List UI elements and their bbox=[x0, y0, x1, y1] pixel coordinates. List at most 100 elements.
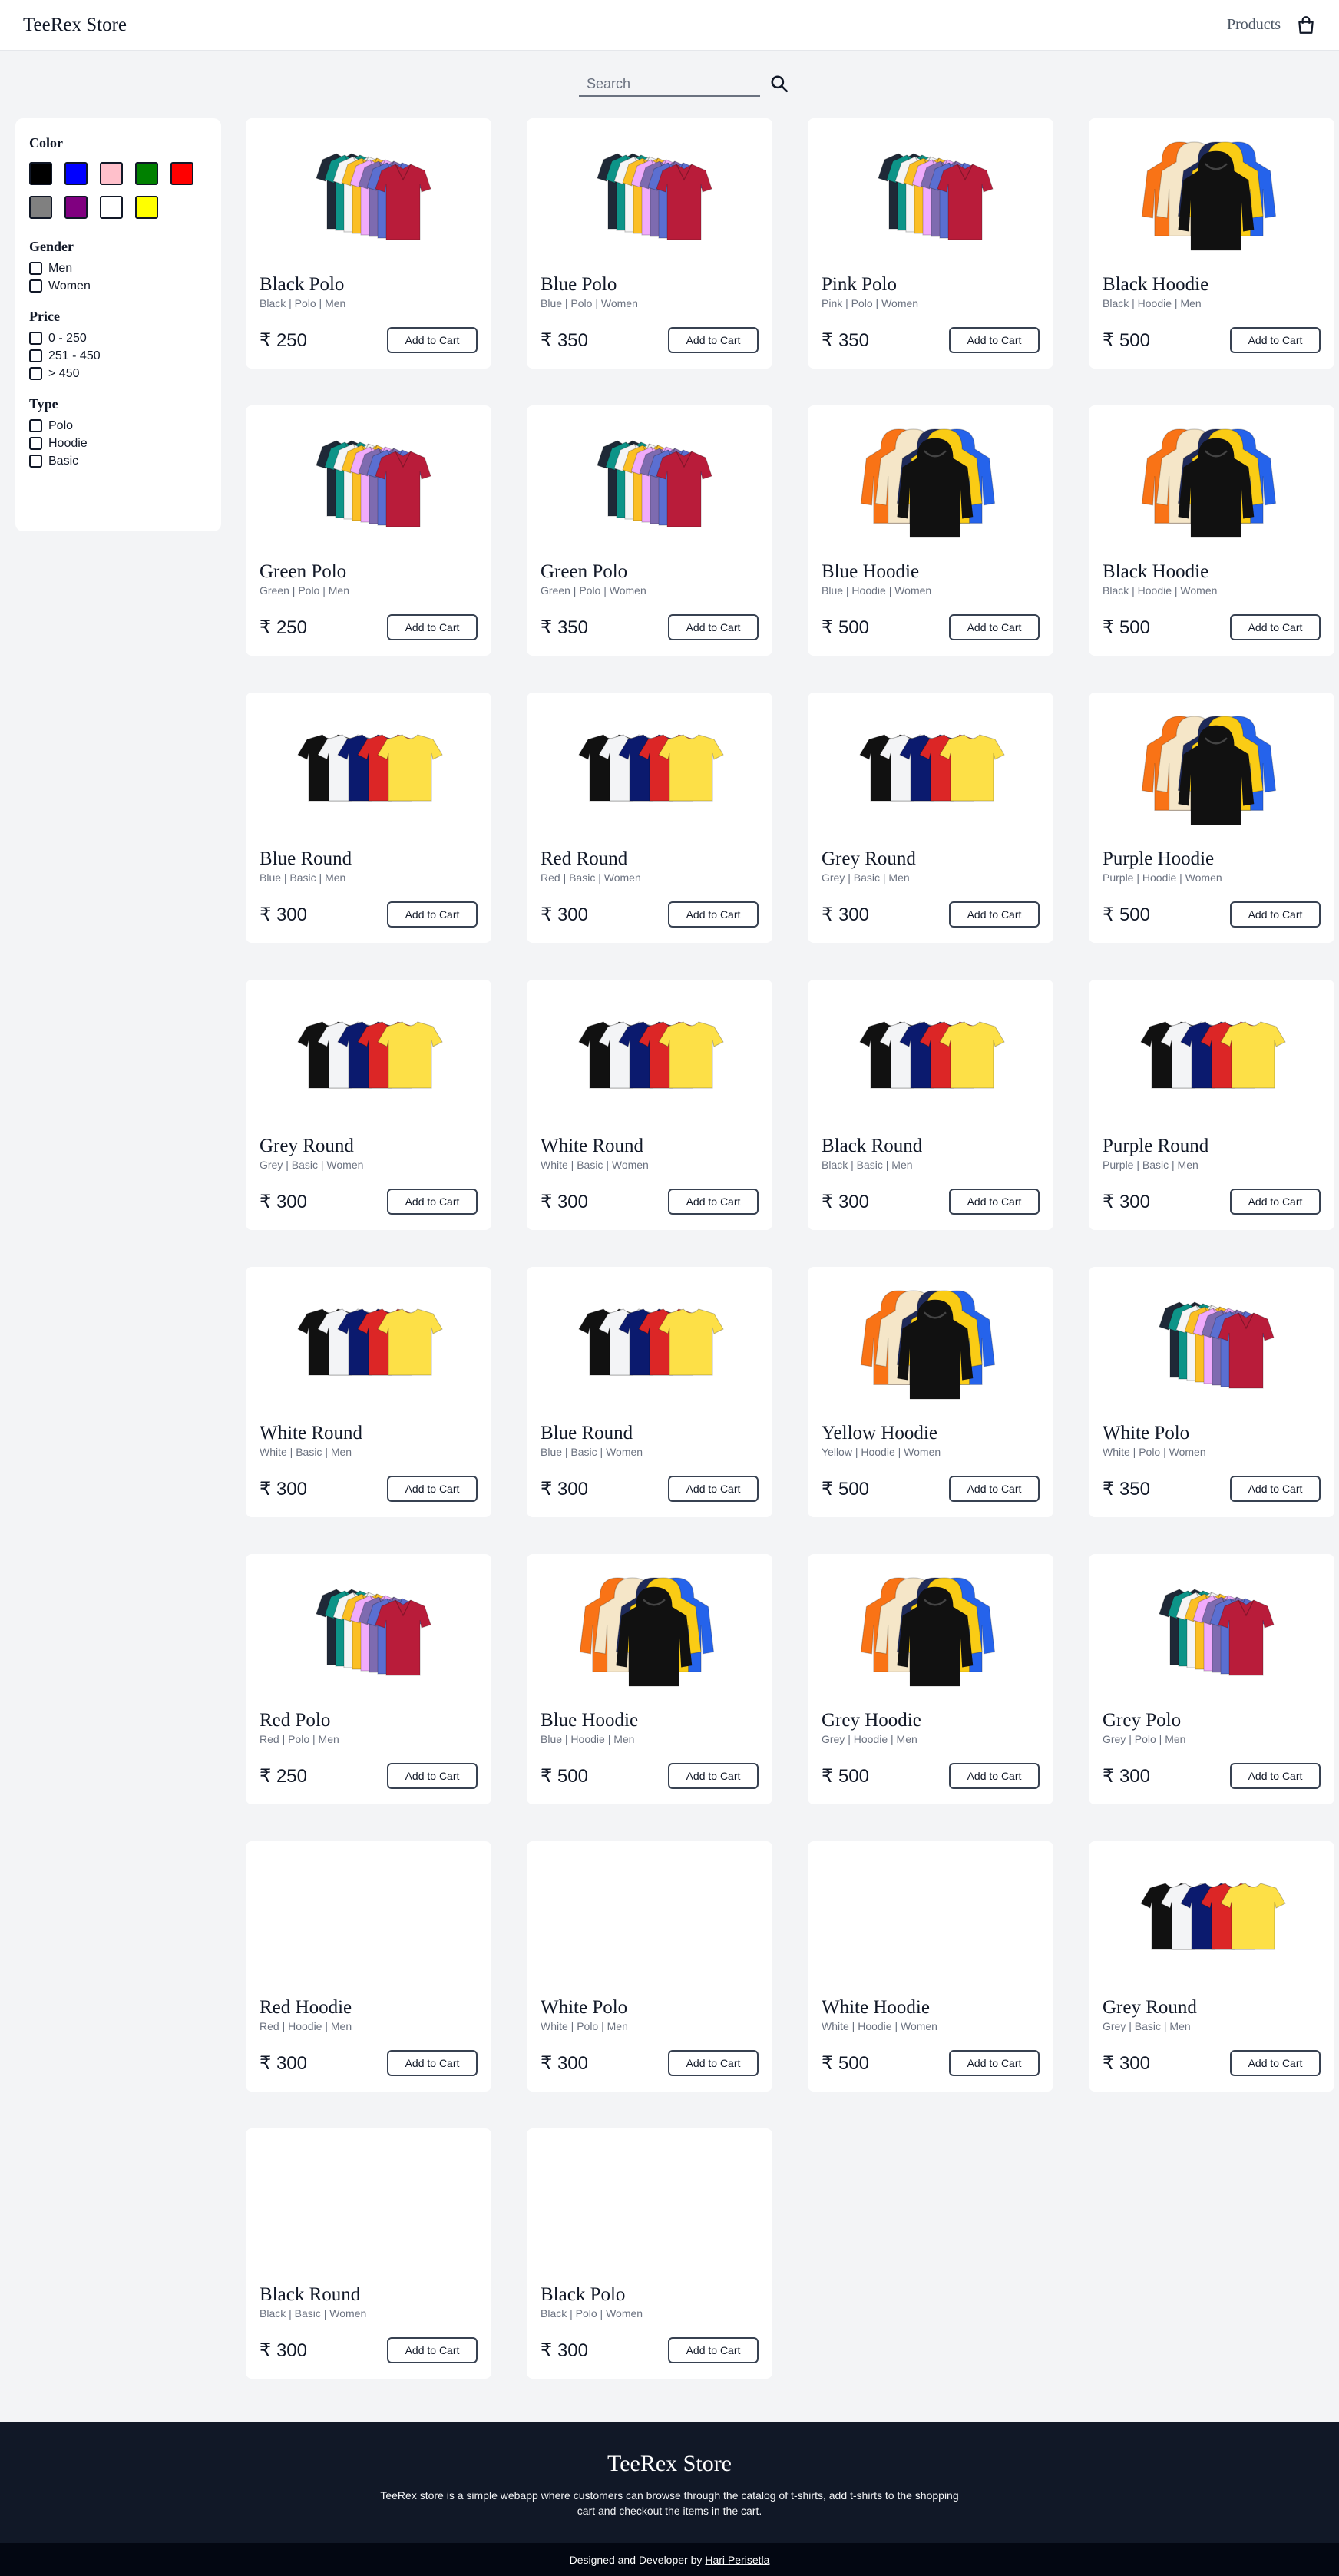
option-label: 0 - 250 bbox=[48, 331, 87, 345]
color-swatch-yellow[interactable] bbox=[135, 196, 158, 219]
add-to-cart-button[interactable]: Add to Cart bbox=[1230, 1189, 1321, 1215]
product-name: Yellow Hoodie bbox=[822, 1423, 937, 1443]
color-swatch-green[interactable] bbox=[135, 162, 158, 185]
product-price: ₹ 350 bbox=[541, 617, 588, 638]
product-price: ₹ 350 bbox=[1103, 1478, 1150, 1500]
add-to-cart-button[interactable]: Add to Cart bbox=[668, 1763, 759, 1789]
add-to-cart-button[interactable]: Add to Cart bbox=[668, 1189, 759, 1215]
product-name: White Round bbox=[260, 1423, 363, 1443]
product-name: Blue Polo bbox=[541, 274, 617, 295]
product-meta: White | Basic | Women bbox=[541, 1159, 649, 1171]
price-option[interactable]: 0 - 250 bbox=[29, 329, 207, 347]
gender-option[interactable]: Women bbox=[29, 277, 207, 295]
add-to-cart-button[interactable]: Add to Cart bbox=[387, 2337, 478, 2363]
add-to-cart-button[interactable]: Add to Cart bbox=[949, 901, 1040, 928]
product-footer: ₹ 500 Add to Cart bbox=[541, 1763, 759, 1789]
brand-logo[interactable]: TeeRex Store bbox=[23, 15, 127, 36]
add-to-cart-button[interactable]: Add to Cart bbox=[949, 327, 1040, 353]
polo-shirts-image bbox=[822, 118, 1040, 273]
type-option[interactable]: Polo bbox=[29, 417, 207, 435]
footer-title: TeeRex Store bbox=[607, 2451, 732, 2476]
type-option[interactable]: Basic bbox=[29, 452, 207, 470]
add-to-cart-button[interactable]: Add to Cart bbox=[949, 614, 1040, 640]
product-meta: Grey | Polo | Men bbox=[1103, 1733, 1186, 1745]
product-footer: ₹ 300 Add to Cart bbox=[541, 2050, 759, 2076]
hoodies-image bbox=[541, 1554, 759, 1709]
add-to-cart-button[interactable]: Add to Cart bbox=[387, 1476, 478, 1502]
color-swatch-white[interactable] bbox=[100, 196, 123, 219]
product-name: Green Polo bbox=[541, 561, 628, 582]
add-to-cart-button[interactable]: Add to Cart bbox=[668, 2337, 759, 2363]
product-footer: ₹ 300 Add to Cart bbox=[260, 2050, 478, 2076]
add-to-cart-button[interactable]: Add to Cart bbox=[668, 2050, 759, 2076]
round-tshirts-image bbox=[260, 693, 478, 848]
checkbox[interactable] bbox=[29, 279, 42, 293]
product-name: Grey Round bbox=[260, 1136, 354, 1156]
developer-link[interactable]: Hari Perisetla bbox=[705, 2554, 769, 2566]
checkbox[interactable] bbox=[29, 262, 42, 275]
add-to-cart-button[interactable]: Add to Cart bbox=[1230, 2050, 1321, 2076]
search-icon bbox=[771, 74, 789, 92]
product-meta: Grey | Hoodie | Men bbox=[822, 1733, 917, 1745]
checkbox[interactable] bbox=[29, 332, 42, 345]
type-option[interactable]: Hoodie bbox=[29, 435, 207, 452]
gender-option[interactable]: Men bbox=[29, 260, 207, 277]
product-price: ₹ 300 bbox=[260, 1191, 307, 1212]
product-footer: ₹ 300 Add to Cart bbox=[1103, 1763, 1321, 1789]
product-name: Black Round bbox=[822, 1136, 923, 1156]
option-label: 251 - 450 bbox=[48, 349, 101, 362]
product-footer: ₹ 300 Add to Cart bbox=[541, 2337, 759, 2363]
search-button[interactable] bbox=[768, 73, 791, 96]
checkbox[interactable] bbox=[29, 455, 42, 468]
price-option[interactable]: > 450 bbox=[29, 365, 207, 382]
add-to-cart-button[interactable]: Add to Cart bbox=[1230, 901, 1321, 928]
color-swatch-pink[interactable] bbox=[100, 162, 123, 185]
add-to-cart-button[interactable]: Add to Cart bbox=[387, 2050, 478, 2076]
add-to-cart-button[interactable]: Add to Cart bbox=[668, 1476, 759, 1502]
add-to-cart-button[interactable]: Add to Cart bbox=[668, 327, 759, 353]
product-name: Green Polo bbox=[260, 561, 347, 582]
color-swatch-red[interactable] bbox=[170, 162, 193, 185]
add-to-cart-button[interactable]: Add to Cart bbox=[949, 1476, 1040, 1502]
color-swatch-black[interactable] bbox=[29, 162, 52, 185]
checkbox[interactable] bbox=[29, 367, 42, 380]
search-input[interactable] bbox=[579, 72, 760, 97]
copyright-bar: Designed and Developer by Hari Perisetla bbox=[0, 2543, 1339, 2576]
add-to-cart-button[interactable]: Add to Cart bbox=[949, 1763, 1040, 1789]
checkbox[interactable] bbox=[29, 349, 42, 362]
product-meta: Purple | Hoodie | Women bbox=[1103, 871, 1222, 884]
product-card: Black Hoodie Black | Hoodie | Women ₹ 500 A… bbox=[1089, 405, 1334, 656]
product-footer: ₹ 250 Add to Cart bbox=[260, 327, 478, 353]
price-option[interactable]: 251 - 450 bbox=[29, 347, 207, 365]
color-swatch-purple[interactable] bbox=[64, 196, 88, 219]
products-link[interactable]: Products bbox=[1227, 16, 1281, 34]
color-swatch-grey[interactable] bbox=[29, 196, 52, 219]
color-swatch-blue[interactable] bbox=[64, 162, 88, 185]
add-to-cart-button[interactable]: Add to Cart bbox=[387, 614, 478, 640]
product-card: White Polo White | Polo | Women ₹ 350 Add t… bbox=[1089, 1267, 1334, 1517]
checkbox[interactable] bbox=[29, 419, 42, 432]
add-to-cart-button[interactable]: Add to Cart bbox=[387, 1763, 478, 1789]
footer-description: TeeRex store is a simple webapp where cu… bbox=[380, 2489, 959, 2517]
checkbox[interactable] bbox=[29, 437, 42, 450]
product-price: ₹ 250 bbox=[260, 617, 307, 638]
product-price: ₹ 300 bbox=[541, 904, 588, 925]
add-to-cart-button[interactable]: Add to Cart bbox=[1230, 614, 1321, 640]
add-to-cart-button[interactable]: Add to Cart bbox=[1230, 1476, 1321, 1502]
add-to-cart-button[interactable]: Add to Cart bbox=[387, 901, 478, 928]
product-card: Blue Hoodie Blue | Hoodie | Women ₹ 500 Add… bbox=[808, 405, 1053, 656]
add-to-cart-button[interactable]: Add to Cart bbox=[1230, 1763, 1321, 1789]
shopping-bag-icon[interactable] bbox=[1296, 15, 1316, 35]
add-to-cart-button[interactable]: Add to Cart bbox=[387, 1189, 478, 1215]
add-to-cart-button[interactable]: Add to Cart bbox=[387, 327, 478, 353]
product-grid: Black Polo Black | Polo | Men ₹ 250 Add to … bbox=[246, 118, 1334, 2379]
round-tshirts-image bbox=[822, 693, 1040, 848]
add-to-cart-button[interactable]: Add to Cart bbox=[1230, 327, 1321, 353]
add-to-cart-button[interactable]: Add to Cart bbox=[949, 1189, 1040, 1215]
product-meta: Blue | Basic | Women bbox=[541, 1446, 643, 1458]
add-to-cart-button[interactable]: Add to Cart bbox=[668, 901, 759, 928]
product-price: ₹ 300 bbox=[260, 2052, 307, 2074]
add-to-cart-button[interactable]: Add to Cart bbox=[668, 614, 759, 640]
product-meta: Black | Polo | Men bbox=[260, 297, 346, 309]
add-to-cart-button[interactable]: Add to Cart bbox=[949, 2050, 1040, 2076]
